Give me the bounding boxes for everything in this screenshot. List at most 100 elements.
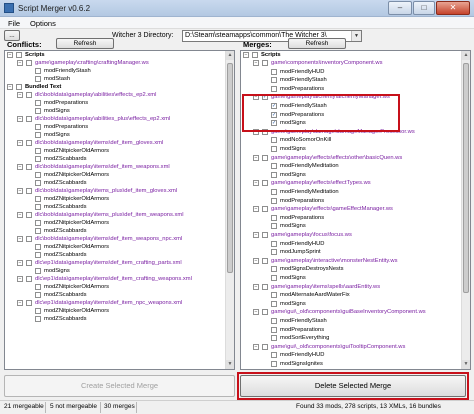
scroll-down-icon[interactable]: ▼: [462, 360, 470, 369]
checkbox-icon[interactable]: [35, 76, 41, 82]
checkbox-icon[interactable]: [35, 316, 41, 322]
collapse-icon[interactable]: −: [243, 52, 249, 58]
checkbox-icon[interactable]: [35, 204, 41, 210]
checkbox-icon[interactable]: [271, 163, 277, 170]
checkbox-icon[interactable]: [271, 77, 277, 84]
checkbox-icon[interactable]: [35, 132, 41, 138]
checkbox-icon[interactable]: [271, 352, 277, 359]
checkbox-icon[interactable]: [262, 206, 268, 213]
collapse-icon[interactable]: −: [253, 232, 259, 238]
checkbox-icon[interactable]: [26, 212, 32, 218]
conflicts-refresh-button[interactable]: Refresh: [56, 38, 114, 49]
dropdown-arrow-icon[interactable]: ▼: [351, 31, 361, 41]
collapse-icon[interactable]: −: [253, 60, 259, 66]
checkbox-icon[interactable]: [35, 244, 41, 250]
checkbox-icon[interactable]: [271, 171, 277, 178]
collapse-icon[interactable]: −: [17, 188, 23, 194]
checkbox-icon[interactable]: [35, 172, 41, 178]
scroll-down-icon[interactable]: ▼: [226, 360, 234, 369]
checkbox-icon[interactable]: [35, 108, 41, 114]
maximize-button[interactable]: □: [413, 1, 435, 15]
checkbox-icon[interactable]: [271, 318, 277, 324]
checkbox-icon[interactable]: [271, 189, 277, 195]
checkbox-icon[interactable]: [271, 326, 277, 333]
checkbox-icon[interactable]: [35, 180, 41, 186]
collapse-icon[interactable]: −: [253, 309, 259, 316]
collapse-icon[interactable]: −: [7, 52, 13, 58]
checkbox-icon[interactable]: [35, 156, 41, 162]
checkbox-icon[interactable]: [16, 52, 22, 58]
checkbox-icon[interactable]: [35, 292, 41, 298]
collapse-icon[interactable]: −: [17, 164, 23, 170]
collapse-icon[interactable]: −: [17, 60, 23, 66]
menu-file[interactable]: File: [8, 19, 20, 28]
conflicts-scrollbar[interactable]: ▲ ▼: [225, 51, 234, 369]
checkbox-icon[interactable]: [26, 116, 32, 122]
checkbox-icon[interactable]: [35, 284, 41, 290]
collapse-icon[interactable]: −: [17, 260, 23, 266]
checkbox-icon[interactable]: [35, 228, 41, 234]
checkbox-icon[interactable]: [262, 180, 268, 187]
menu-options[interactable]: Options: [30, 19, 56, 28]
checkbox-icon[interactable]: [262, 343, 268, 350]
checkbox-icon[interactable]: [35, 220, 41, 226]
checkbox-icon[interactable]: [271, 197, 277, 204]
checkbox-icon[interactable]: [35, 100, 41, 106]
checkbox-icon[interactable]: [271, 85, 277, 92]
collapse-icon[interactable]: −: [253, 343, 259, 350]
checkbox-icon[interactable]: [26, 276, 32, 282]
collapse-icon[interactable]: −: [17, 236, 23, 242]
merges-refresh-button[interactable]: Refresh: [288, 38, 346, 49]
checkbox-icon[interactable]: [35, 252, 41, 258]
collapse-icon[interactable]: −: [17, 300, 23, 306]
checkbox-icon[interactable]: [26, 300, 32, 306]
checkbox-icon[interactable]: [262, 154, 268, 161]
checkbox-icon[interactable]: [262, 283, 268, 290]
merges-scrollbar[interactable]: ▲ ▼: [461, 51, 470, 369]
collapse-icon[interactable]: −: [253, 257, 259, 264]
checkbox-icon[interactable]: [271, 223, 277, 230]
close-button[interactable]: ✕: [436, 1, 470, 15]
checkbox-icon[interactable]: [271, 214, 277, 221]
checkbox-icon[interactable]: [35, 268, 41, 274]
collapse-icon[interactable]: −: [253, 154, 259, 161]
collapse-icon[interactable]: −: [17, 276, 23, 282]
checkbox-icon[interactable]: [271, 68, 277, 75]
checkbox-icon[interactable]: [35, 124, 41, 130]
checkbox-icon[interactable]: [26, 236, 32, 242]
checkbox-icon[interactable]: [271, 146, 277, 152]
collapse-icon[interactable]: −: [17, 212, 23, 218]
collapse-icon[interactable]: −: [253, 283, 259, 290]
scroll-up-icon[interactable]: ▲: [462, 51, 470, 60]
checkbox-icon[interactable]: [271, 137, 277, 144]
checkbox-icon[interactable]: [35, 196, 41, 202]
scroll-thumb[interactable]: [463, 63, 469, 293]
checkbox-icon[interactable]: [271, 249, 277, 256]
checkbox-icon[interactable]: [271, 300, 277, 307]
collapse-icon[interactable]: −: [7, 84, 13, 90]
scroll-up-icon[interactable]: ▲: [226, 51, 234, 60]
checkbox-icon[interactable]: [26, 140, 32, 146]
collapse-icon[interactable]: −: [253, 180, 259, 187]
checkbox-icon[interactable]: [35, 148, 41, 154]
checkbox-icon[interactable]: [26, 260, 32, 266]
checkbox-icon[interactable]: [252, 52, 258, 58]
checkbox-icon[interactable]: [271, 266, 277, 273]
checkbox-icon[interactable]: [271, 292, 277, 299]
collapse-icon[interactable]: −: [17, 92, 23, 98]
checkbox-icon[interactable]: [262, 60, 268, 66]
checkbox-icon[interactable]: [26, 188, 32, 194]
scroll-thumb[interactable]: [227, 63, 233, 273]
checkbox-icon[interactable]: [26, 164, 32, 170]
checkbox-icon[interactable]: [26, 92, 32, 98]
collapse-icon[interactable]: −: [253, 206, 259, 213]
checkbox-icon[interactable]: [35, 308, 41, 314]
checkbox-icon[interactable]: [271, 275, 277, 281]
checkbox-icon[interactable]: [271, 361, 277, 367]
checkbox-icon[interactable]: [16, 84, 22, 90]
collapse-icon[interactable]: −: [17, 116, 23, 122]
conflicts-tree[interactable]: − Scripts − Bundled Text − game\gameplay\…: [4, 50, 235, 370]
checkbox-icon[interactable]: [271, 240, 277, 247]
checkbox-icon[interactable]: [262, 309, 268, 316]
checkbox-icon[interactable]: [262, 257, 268, 264]
